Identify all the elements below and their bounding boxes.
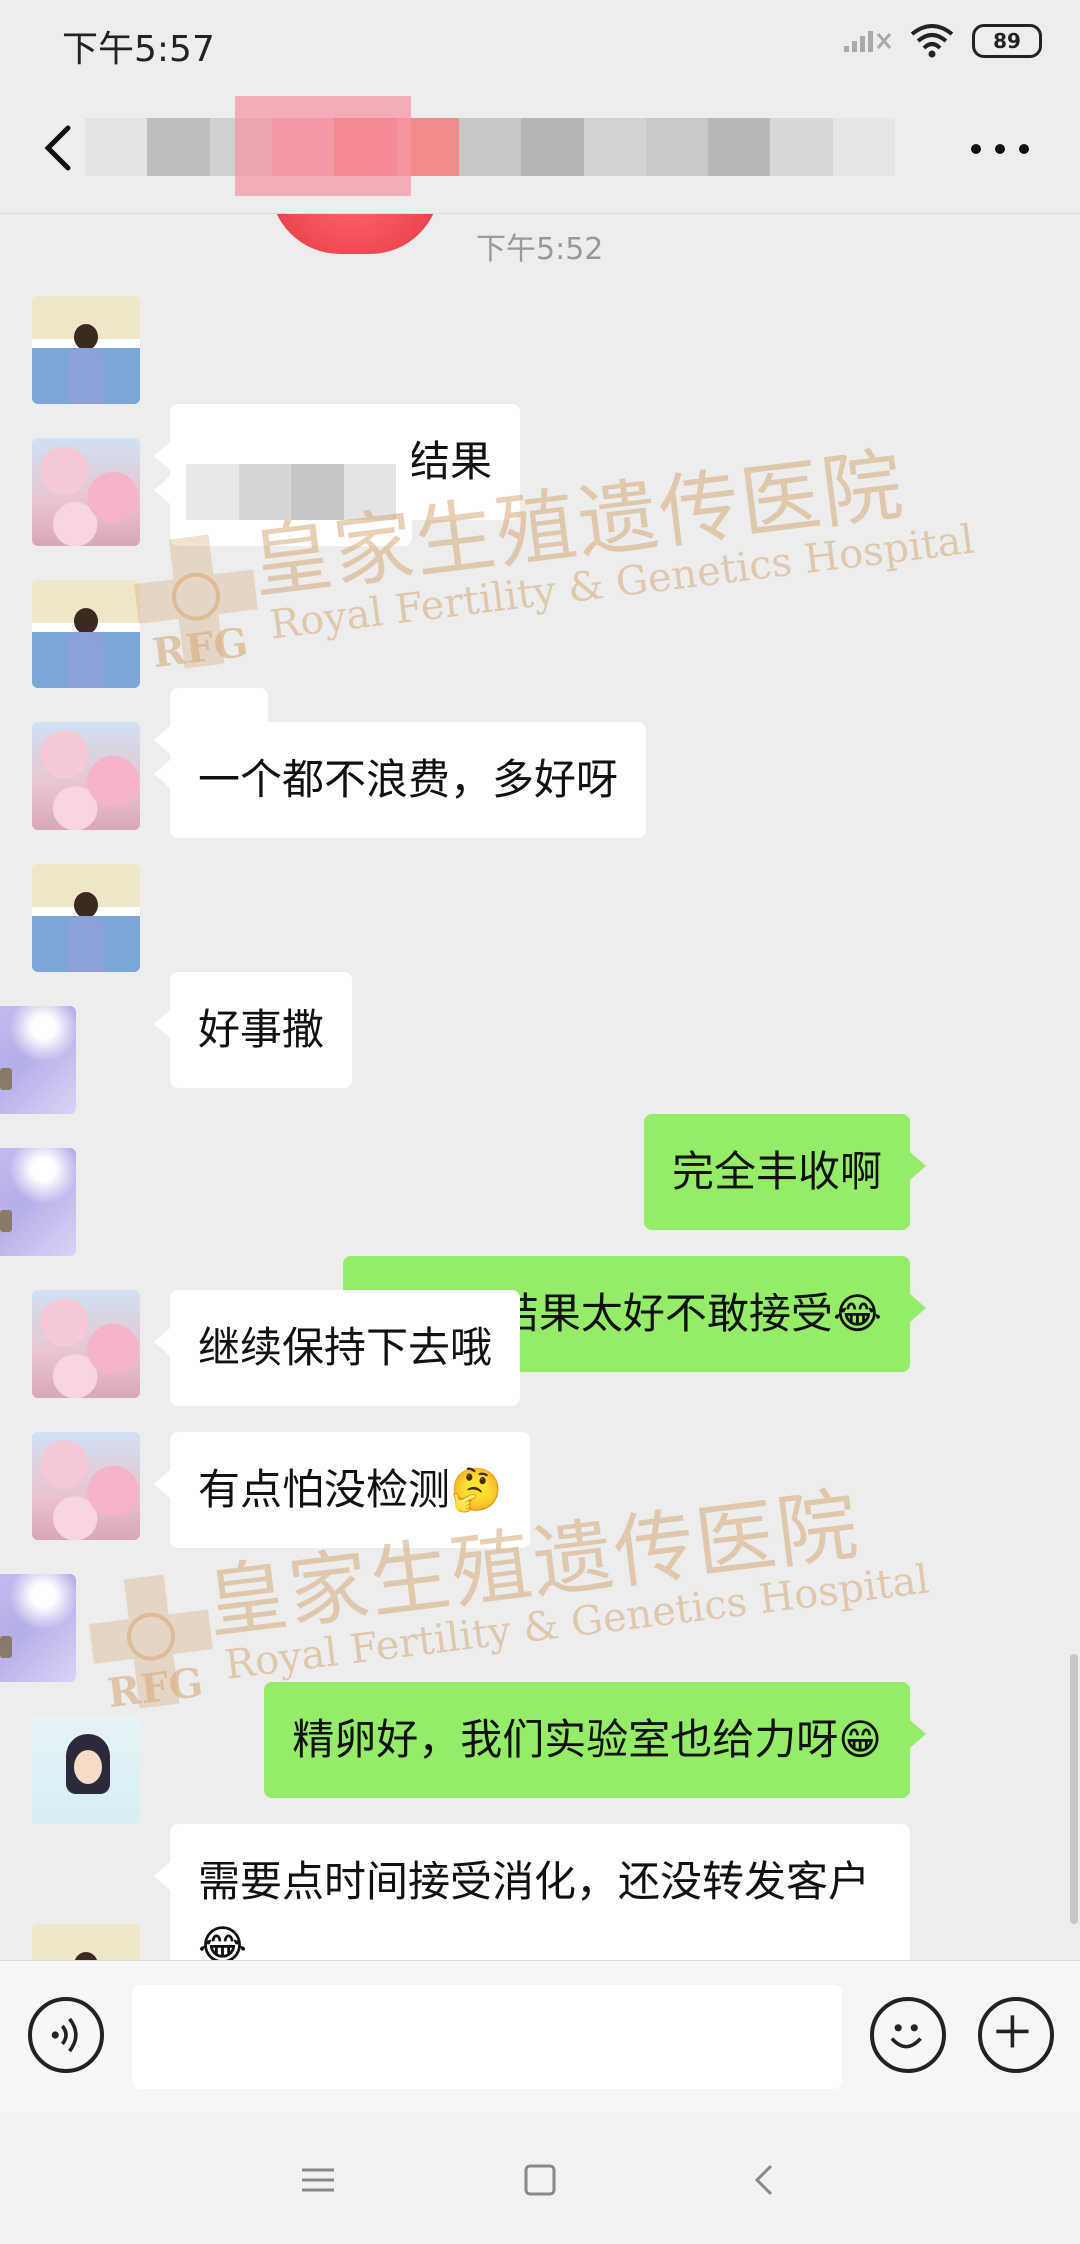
chat-title-redacted [85, 96, 896, 196]
message-bubble-redacted[interactable] [154, 438, 412, 546]
avatar[interactable] [0, 1148, 76, 1256]
signal-off-icon [844, 31, 892, 52]
message-bubble[interactable]: 继续保持下去哦 [153, 1290, 521, 1406]
chat-header [0, 86, 1080, 214]
message-bubble[interactable]: 一个都不浪费，多好呀 [153, 722, 647, 838]
emoji-icon[interactable] [870, 1997, 946, 2073]
message-row: 精卵好，我们实验室也给力呀😁 [0, 1574, 1080, 1798]
message-bubble[interactable]: 有点怕没检测🤔 [153, 1432, 531, 1548]
nav-back-icon[interactable] [735, 2150, 795, 2210]
plus-icon[interactable] [978, 1997, 1054, 2073]
avatar[interactable] [32, 296, 140, 404]
avatar[interactable] [32, 1432, 140, 1540]
home-square-icon[interactable] [510, 2150, 570, 2210]
sticker-image[interactable] [270, 214, 440, 254]
message-row: 完全丰收啊 [0, 1006, 1080, 1230]
more-dots-icon[interactable] [968, 134, 1032, 164]
input-bar [0, 1960, 1080, 2112]
avatar[interactable] [0, 1574, 76, 1682]
message-input[interactable] [132, 1985, 842, 2089]
back-arrow-icon[interactable] [30, 118, 90, 178]
message-row: 是不是结果太好不敢接受😂 [0, 1148, 1080, 1372]
avatar[interactable] [0, 1006, 76, 1114]
battery-indicator: 89 [972, 24, 1042, 58]
wifi-icon [910, 24, 954, 58]
avatar[interactable] [32, 1716, 140, 1824]
status-icons: 89 [844, 24, 1042, 58]
status-bar: 下午5:57 89 [0, 0, 1080, 86]
menu-icon[interactable] [288, 2150, 348, 2210]
avatar[interactable] [32, 1290, 140, 1398]
chat-messages[interactable]: 下午5:52 下午才出的结果 😁 一个都不浪费，多好呀 好事撒 完全丰收啊 是不… [0, 214, 1080, 1960]
avatar[interactable] [32, 580, 140, 688]
status-time: 下午5:57 [62, 29, 215, 70]
message-row: 下午才出的结果 [0, 296, 1080, 520]
message-row: 好事撒 [0, 864, 1080, 1088]
avatar[interactable] [32, 1924, 140, 1960]
message-row: 😁 [0, 580, 1080, 804]
scrollbar[interactable] [1070, 1654, 1078, 1924]
avatar[interactable] [32, 722, 140, 830]
message-row: 需要点时间接受消化，还没转发客户😂 [0, 1716, 1080, 1960]
avatar[interactable] [32, 864, 140, 972]
avatar[interactable] [32, 438, 140, 546]
voice-icon[interactable] [28, 1997, 104, 2073]
message-row-partial [0, 1924, 1080, 1960]
system-nav-bar [0, 2112, 1080, 2244]
